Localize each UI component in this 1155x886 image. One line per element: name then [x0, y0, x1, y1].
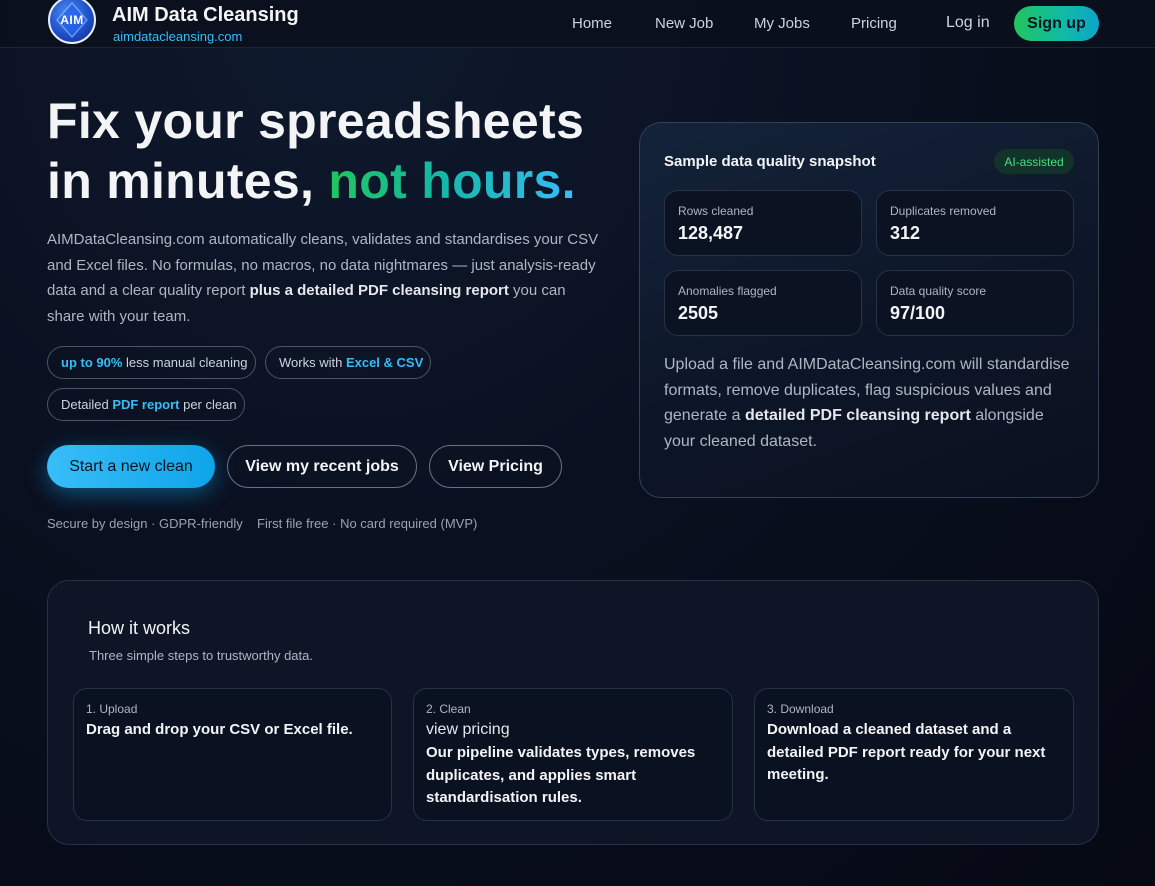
pill-excel-csv: Works with Excel & CSV — [265, 346, 431, 379]
pill-pdf-report-bold: PDF report — [112, 397, 180, 412]
stat-value: 312 — [890, 223, 921, 243]
stat-label: Duplicates removed — [890, 204, 997, 218]
pill-less-manual: up to 90% less manual cleaning — [47, 346, 256, 379]
ai-assisted-badge: AI-assisted — [994, 149, 1074, 174]
step-label: 2. Clean — [426, 702, 471, 716]
hero-desc-bold: plus a detailed PDF cleansing report — [249, 282, 509, 299]
stat-value: 97/100 — [890, 303, 946, 323]
login-link[interactable]: Log in — [946, 14, 990, 32]
step-download: 3. Download Download a cleaned dataset a… — [754, 688, 1074, 821]
stat-anomalies-flagged: Anomalies flagged 2505 — [664, 270, 862, 336]
nav-new-job[interactable]: New Job — [655, 15, 713, 32]
signup-button[interactable]: Sign up — [1014, 6, 1099, 41]
pill-excel-csv-bold: Excel & CSV — [345, 355, 424, 370]
brand-title[interactable]: AIM Data Cleansing — [112, 4, 299, 27]
snapshot-description: Upload a file and AIMDataCleansing.com w… — [664, 352, 1079, 454]
how-it-works-subtitle: Three simple steps to trustworthy data. — [89, 648, 313, 663]
how-it-works-section: How it works Three simple steps to trust… — [47, 580, 1099, 845]
security-note: Secure by design · GDPR-friendly — [47, 516, 243, 531]
step-upload: 1. Upload Drag and drop your CSV or Exce… — [73, 688, 392, 821]
stat-quality-score: Data quality score 97/100 — [876, 270, 1074, 336]
pill-less-manual-bold: up to 90% — [61, 355, 123, 370]
hero-headline-line2: in minutes, not hours. — [47, 152, 576, 210]
stat-value: 128,487 — [678, 223, 744, 243]
free-trial-note: First file free · No card required (MVP) — [257, 516, 478, 531]
logo-text: AIM — [60, 13, 84, 27]
step-download-bold: detailed PDF report — [767, 743, 906, 761]
top-nav-bar: AIM AIM Data Cleansing aimdatacleansing.… — [0, 0, 1155, 48]
stat-label: Data quality score — [890, 284, 987, 298]
hero-headline-start: in minutes, — [47, 153, 329, 209]
step-label: 3. Download — [767, 702, 834, 716]
snapshot-card: Sample data quality snapshot AI-assisted… — [639, 122, 1099, 498]
stat-duplicates-removed: Duplicates removed 312 — [876, 190, 1074, 256]
stat-label: Rows cleaned — [678, 204, 754, 218]
view-pricing-button[interactable]: View Pricing — [429, 445, 562, 488]
pill-pdf-report-text: Detailed — [61, 397, 113, 412]
hero-description: AIMDataCleansing.com automatically clean… — [47, 227, 607, 329]
snapshot-title: Sample data quality snapshot — [664, 153, 876, 170]
pill-excel-csv-text: Works with — [279, 355, 346, 370]
nav-home[interactable]: Home — [572, 15, 612, 32]
snapshot-desc-bold: detailed PDF cleansing report — [744, 407, 971, 424]
view-recent-jobs-button[interactable]: View my recent jobs — [227, 445, 417, 488]
brand-logo[interactable]: AIM — [48, 0, 96, 44]
hero-headline-accent: not hours. — [328, 153, 576, 209]
nav-my-jobs[interactable]: My Jobs — [754, 15, 810, 32]
hero-headline-line1: Fix your spreadsheets — [47, 93, 585, 149]
stat-value: 2505 — [678, 303, 719, 323]
nav-pricing[interactable]: Pricing — [851, 15, 897, 32]
how-it-works-title: How it works — [88, 618, 191, 638]
step-text: Download a cleaned dataset and a detaile… — [767, 719, 1062, 787]
step-download-part1: Download a cleaned dataset and a — [767, 721, 1012, 738]
pill-less-manual-text: less manual cleaning — [122, 355, 248, 370]
pill-pdf-report: Detailed PDF report per clean — [47, 388, 245, 421]
step-text: Our pipeline validates types, removes du… — [426, 744, 696, 806]
step-text: Drag and drop your CSV or Excel file. — [86, 721, 353, 738]
view-pricing-link[interactable]: view pricing — [426, 721, 510, 739]
start-new-clean-button[interactable]: Start a new clean — [47, 445, 215, 488]
step-clean: 2. Clean view pricing Our pipeline valid… — [413, 688, 733, 821]
step-label: 1. Upload — [86, 702, 138, 716]
brand-url[interactable]: aimdatacleansing.com — [113, 29, 242, 44]
stat-label: Anomalies flagged — [678, 284, 777, 298]
pill-pdf-report-text2: per clean — [179, 397, 237, 412]
stat-rows-cleaned: Rows cleaned 128,487 — [664, 190, 862, 256]
